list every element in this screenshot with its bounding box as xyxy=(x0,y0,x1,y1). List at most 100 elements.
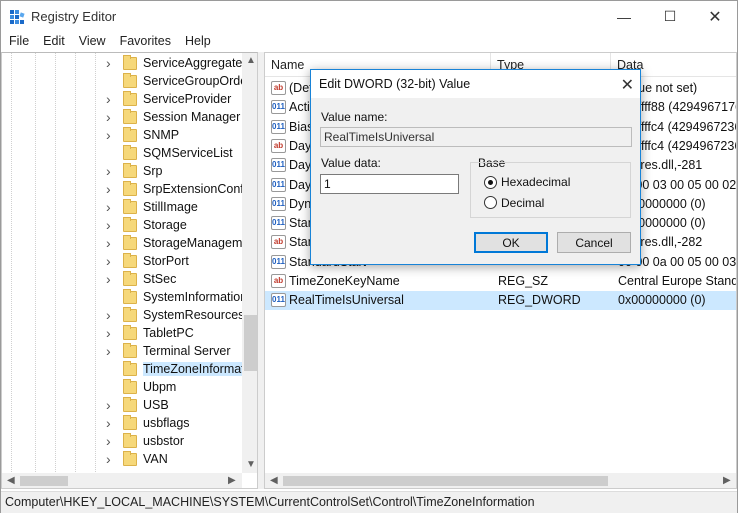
hexadecimal-radio[interactable] xyxy=(484,176,497,189)
tree-item-label: TabletPC xyxy=(143,326,194,340)
tree-vertical-scrollbar[interactable]: ▲ ▼ xyxy=(242,53,257,473)
decimal-radio[interactable] xyxy=(484,196,497,209)
chevron-right-icon[interactable]: › xyxy=(106,199,116,215)
dialog-close-icon[interactable]: ✕ xyxy=(621,75,634,95)
menu-help[interactable]: Help xyxy=(178,32,218,52)
tree-item[interactable]: › SystemResources xyxy=(2,307,244,325)
chevron-right-icon[interactable]: › xyxy=(106,91,116,107)
chevron-right-icon[interactable]: › xyxy=(106,271,116,287)
ok-button[interactable]: OK xyxy=(474,232,548,253)
folder-icon xyxy=(123,109,137,124)
chevron-right-icon[interactable]: › xyxy=(106,307,116,323)
tree-item[interactable]: › Storage xyxy=(2,217,242,235)
minimize-button[interactable]: — xyxy=(601,1,647,32)
chevron-right-icon[interactable]: › xyxy=(106,325,116,341)
tree-item[interactable]: › Session Manager xyxy=(2,109,242,127)
chevron-right-icon[interactable]: › xyxy=(106,55,116,71)
value-data-field[interactable] xyxy=(320,174,459,194)
tree-item-label: Ubpm xyxy=(143,380,177,394)
value-row[interactable]: 011 RealTimeIsUniversal REG_DWORD 0x0000000… xyxy=(265,291,736,311)
tree-item[interactable]: TimeZoneInformation xyxy=(2,361,257,379)
chevron-right-icon[interactable]: › xyxy=(106,343,116,359)
value-name-field[interactable] xyxy=(320,127,632,147)
chevron-right-icon[interactable]: › xyxy=(106,163,116,179)
tree-item[interactable]: › usbstor xyxy=(2,433,242,451)
binary-value-icon: 011 xyxy=(271,158,286,173)
tree-item[interactable]: › Terminal Server xyxy=(2,343,242,361)
tree-item[interactable]: › SrpExtensionConfig xyxy=(2,181,253,199)
list-horizontal-scrollbar[interactable]: ◀ ▶ xyxy=(265,473,736,488)
dialog-title-bar[interactable]: Edit DWORD (32-bit) Value ✕ xyxy=(311,70,640,98)
string-value-icon: ab xyxy=(271,81,286,95)
chevron-right-icon[interactable]: › xyxy=(106,217,116,233)
tree-item-label: ServiceProvider xyxy=(143,92,232,106)
tree-item[interactable]: SystemInformation xyxy=(2,289,247,307)
value-data-cell: 0x00000000 (0) xyxy=(618,293,706,308)
value-name-cell: TimeZoneKeyName xyxy=(289,274,400,288)
chevron-right-icon[interactable]: › xyxy=(106,253,116,269)
binary-value-icon: 011 xyxy=(271,196,286,211)
chevron-right-icon[interactable]: › xyxy=(106,235,116,251)
tree-item[interactable]: › USB xyxy=(2,397,242,415)
chevron-right-icon[interactable]: › xyxy=(106,109,116,125)
tree-item-label: usbstor xyxy=(143,434,184,448)
folder-icon xyxy=(123,343,137,358)
chevron-right-icon[interactable]: › xyxy=(106,181,116,197)
value-row[interactable]: ab TimeZoneKeyName REG_SZ Central Europe St… xyxy=(265,272,736,291)
tree-item[interactable]: SQMServiceList xyxy=(2,145,242,163)
tree-horizontal-scrollbar[interactable]: ◀ ▶ xyxy=(2,473,242,488)
chevron-right-icon[interactable]: › xyxy=(106,397,116,413)
value-type-cell: REG_DWORD xyxy=(498,293,581,308)
title-bar[interactable]: Registry Editor — ☐ ✕ xyxy=(1,1,737,32)
tree-item[interactable]: Ubpm xyxy=(2,379,242,397)
chevron-right-icon[interactable]: › xyxy=(106,433,116,449)
folder-icon xyxy=(123,451,137,466)
value-data-cell: Central Europe Standard Time xyxy=(618,274,736,288)
menu-favorites[interactable]: Favorites xyxy=(113,32,178,52)
folder-icon xyxy=(123,433,137,448)
decimal-label[interactable]: Decimal xyxy=(501,196,544,210)
scroll-up-arrow-icon[interactable]: ▲ xyxy=(246,55,256,66)
scroll-left-arrow-icon[interactable]: ◀ xyxy=(7,475,15,486)
key-tree-pane[interactable]: › ServiceAggregated ServiceGroupOrder › Serv… xyxy=(1,52,258,489)
folder-icon xyxy=(123,325,137,340)
tree-item[interactable]: › usbflags xyxy=(2,415,242,433)
tree-item[interactable]: › VAN xyxy=(2,451,242,469)
folder-icon xyxy=(123,271,137,286)
menu-file[interactable]: File xyxy=(1,32,36,52)
tree-item-label: Storage xyxy=(143,218,187,232)
tree-item[interactable]: › ServiceAggregated xyxy=(2,55,249,73)
tree-item[interactable]: › StSec xyxy=(2,271,242,289)
maximize-button[interactable]: ☐ xyxy=(647,1,693,32)
chevron-right-icon[interactable]: › xyxy=(106,415,116,431)
string-value-icon: ab xyxy=(271,274,286,288)
tree-item[interactable]: › StorPort xyxy=(2,253,242,271)
chevron-right-icon[interactable]: › xyxy=(106,451,116,467)
tree-item[interactable]: › ServiceProvider xyxy=(2,91,242,109)
tree-item[interactable]: › TabletPC xyxy=(2,325,242,343)
tree-item[interactable]: › SNMP xyxy=(2,127,242,145)
scroll-down-arrow-icon[interactable]: ▼ xyxy=(246,459,256,470)
chevron-right-icon[interactable]: › xyxy=(106,127,116,143)
tree-horizontal-scroll-thumb[interactable] xyxy=(20,476,68,486)
tree-item[interactable]: ServiceGroupOrder xyxy=(2,73,251,91)
menu-edit[interactable]: Edit xyxy=(36,32,72,52)
binary-value-icon: 011 xyxy=(271,216,286,231)
folder-icon xyxy=(123,379,137,394)
close-button[interactable]: ✕ xyxy=(692,1,738,32)
scroll-right-arrow-icon[interactable]: ▶ xyxy=(723,475,731,486)
tree-item[interactable]: › StillImage xyxy=(2,199,242,217)
scroll-right-arrow-icon[interactable]: ▶ xyxy=(228,475,236,486)
value-name-cell: RealTimeIsUniversal xyxy=(289,293,404,308)
tree-item[interactable]: › StorageManagement xyxy=(2,235,257,253)
scroll-left-arrow-icon[interactable]: ◀ xyxy=(270,475,278,486)
tree-item[interactable]: › Srp xyxy=(2,163,242,181)
tree-item-label: StillImage xyxy=(143,200,198,214)
folder-icon xyxy=(123,199,137,214)
list-horizontal-scroll-thumb[interactable] xyxy=(283,476,608,486)
tree-vertical-scroll-thumb[interactable] xyxy=(244,315,257,371)
cancel-button[interactable]: Cancel xyxy=(557,232,631,253)
registry-editor-icon xyxy=(10,10,25,24)
hexadecimal-label[interactable]: Hexadecimal xyxy=(501,175,570,189)
menu-view[interactable]: View xyxy=(72,32,113,52)
